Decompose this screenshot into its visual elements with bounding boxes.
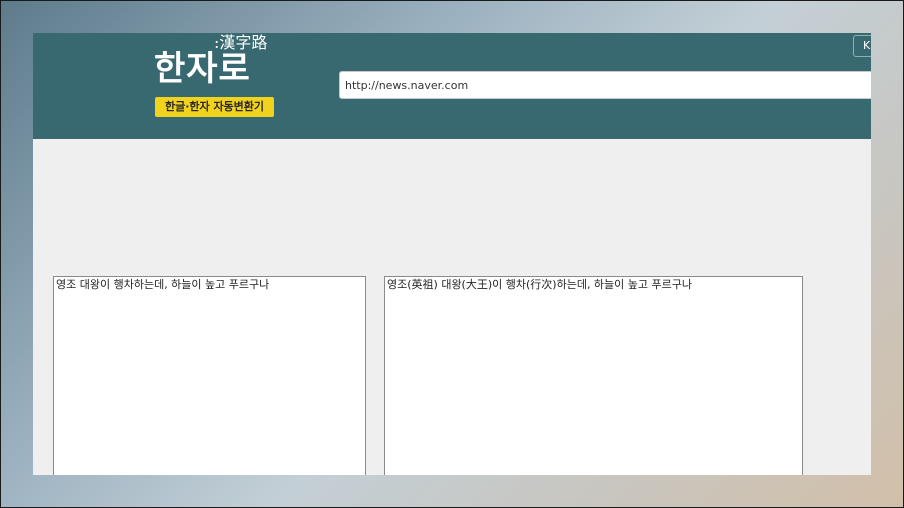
converted-text-area[interactable]: 영조(英祖) 대왕(大王)이 행차(行次)하는데, 하늘이 높고 푸르구나 <box>384 276 803 475</box>
url-input[interactable] <box>339 71 871 99</box>
site-header: :漢字路 한자로 한글·한자 자동변환기 K <box>33 33 871 139</box>
logo-title[interactable]: 한자로 <box>154 49 251 89</box>
app-window: :漢字路 한자로 한글·한자 자동변환기 K 영조 대왕이 행차하는데, 하늘이… <box>33 33 871 475</box>
source-text-area[interactable]: 영조 대왕이 행차하는데, 하늘이 높고 푸르구나 <box>53 276 366 475</box>
top-right-button[interactable]: K <box>853 35 871 57</box>
logo-tagline-badge: 한글·한자 자동변환기 <box>155 97 274 117</box>
